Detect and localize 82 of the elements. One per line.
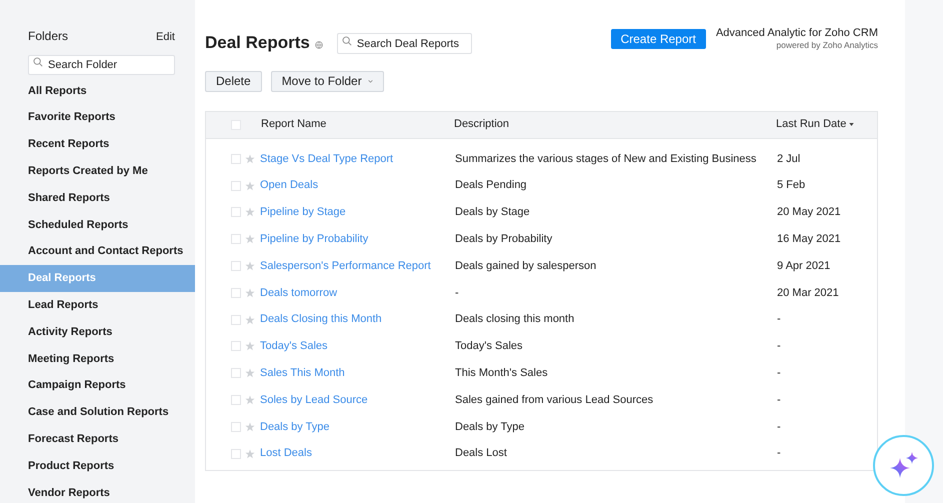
create-report-button[interactable]: Create Report [610,29,706,49]
folder-item[interactable]: Lead Reports [0,292,195,319]
date-cell-text: 20 Mar 2021 [777,286,839,301]
toolbar-button[interactable]: Move to Folder [270,70,384,92]
star-icon[interactable] [245,368,255,378]
checkbox[interactable] [231,368,241,378]
checkbox[interactable] [231,207,241,218]
date-cell-text: 9 Apr 2021 [777,258,830,274]
star-icon[interactable] [245,154,255,164]
chevron-down-icon [368,80,373,82]
checkbox[interactable] [231,341,241,352]
star-icon[interactable] [245,288,255,298]
checkbox[interactable] [231,288,241,298]
checkbox[interactable] [231,154,241,164]
date-cell-text: - [777,392,781,408]
star-icon[interactable] [245,395,255,406]
search-field[interactable]: Search Folder [28,54,175,74]
edit-link[interactable]: Edit [156,29,175,46]
column-header[interactable]: Report Name [261,116,454,133]
checkbox[interactable] [231,120,241,130]
sidebar-title: Folders [28,28,68,45]
date-cell-text: 2 Jul [777,152,800,167]
checkbox[interactable] [231,314,241,325]
description-cell-text: Sales gained from various Lead Sources [455,392,654,408]
date-cell-text: 20 May 2021 [777,205,841,220]
toolbar-button[interactable]: Delete [205,70,262,92]
checkbox[interactable] [231,234,241,244]
promo-title[interactable]: Advanced Analytic for Zoho CRM [716,27,878,40]
column-header[interactable]: Last Run Date [776,116,846,133]
page-title: Deal Reports [205,32,310,54]
date-cell-text: - [777,339,781,354]
date-cell-text: - [777,446,781,462]
description-cell-text: Deals by Type [455,420,526,435]
folder-item[interactable]: Reports Created by Me [0,158,195,185]
promo-subtitle: powered by Zoho Analytics [776,40,878,51]
description-cell-text: Today's Sales [455,339,524,354]
checkbox[interactable] [231,180,241,191]
date-cell-text: - [777,366,781,382]
folder-item[interactable]: Favorite Reports [0,104,195,132]
checkbox[interactable] [231,261,241,272]
star-icon[interactable] [245,448,255,459]
folder-item[interactable]: Meeting Reports [0,345,195,372]
star-icon[interactable] [245,207,255,218]
folder-item[interactable]: All Reports [0,78,195,104]
folder-item[interactable]: Case and Solution Reports [0,399,195,426]
search-icon [33,56,43,66]
folder-item[interactable]: Shared Reports [0,184,195,212]
checkbox[interactable] [231,422,241,432]
sort-caret-icon [849,123,854,126]
folder-item[interactable]: Campaign Reports [0,372,195,400]
folder-item[interactable]: Scheduled Reports [0,211,195,238]
folder-item[interactable]: Account and Contact Reports [0,238,195,266]
star-icon[interactable] [245,341,255,352]
description-cell-text: Deals gained by salesperson [455,258,598,274]
search-field[interactable]: Search Deal Reports [336,33,472,54]
date-cell-text: 5 Feb [777,178,806,194]
star-icon[interactable] [245,234,255,244]
description-cell-text: Deals closing this month [455,312,576,328]
date-cell-text: - [777,312,781,328]
folder-item[interactable]: Forecast Reports [0,426,195,453]
date-cell-text: - [777,420,781,435]
column-header[interactable]: Description [454,116,776,133]
date-cell-text: 16 May 2021 [777,232,841,248]
folder-item[interactable]: Product Reports [0,452,195,480]
description-cell-text: Summarizes the various stages of New and Existing Business [455,152,758,167]
star-icon[interactable] [245,314,255,325]
folder-item[interactable]: Recent Reports [0,131,195,158]
description-cell-text: This Month's Sales [455,366,549,382]
description-cell-text: - [455,286,460,301]
description-cell-text: Deals Lost [455,446,508,462]
search-icon [342,36,352,46]
description-cell-text: Deals Pending [455,178,528,194]
checkbox[interactable] [231,448,241,459]
folder-item[interactable]: Activity Reports [0,318,195,346]
folder-item[interactable]: Vendor Reports [0,479,195,503]
star-icon[interactable] [245,180,255,191]
star-icon[interactable] [245,422,255,432]
globe-icon [314,40,323,49]
checkbox[interactable] [231,395,241,406]
description-cell-text: Deals by Stage [455,205,531,220]
star-icon[interactable] [245,261,255,272]
description-cell-text: Deals by Probability [455,232,554,248]
